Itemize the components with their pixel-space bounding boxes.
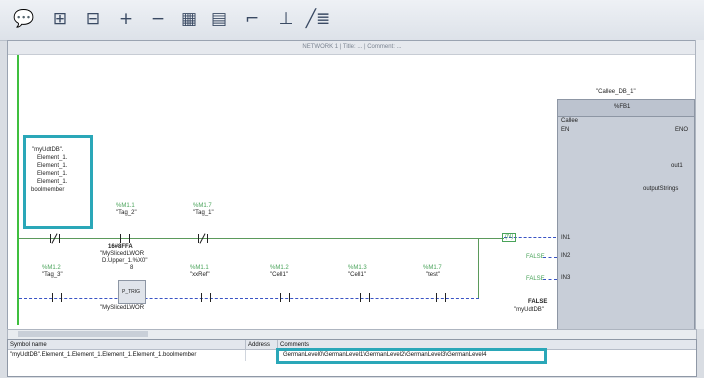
vertical-scrollbar[interactable]: [695, 40, 704, 329]
rung2-c0-address: %M1.2: [42, 265, 61, 271]
rung2-c2-symbol: "Cell1": [270, 272, 288, 278]
operand-line: Element_1.: [37, 171, 68, 177]
insert-branch-icon[interactable]: ▤: [205, 5, 233, 33]
fb-false-in1: FALSE: [526, 254, 545, 260]
slice-value: 16#8FFA: [108, 244, 133, 250]
fb-in1: IN1: [561, 235, 571, 241]
ladder-editor[interactable]: NETWORK 1 | Title: ... | Comment: ... "m…: [7, 40, 697, 331]
rung2-c1-symbol: "xxRef": [190, 272, 210, 278]
operand-line: Element_1.: [37, 179, 68, 185]
fb-in2-dash: [543, 257, 557, 258]
rung2-c2-address: %M1.2: [270, 265, 289, 271]
comment-bubble-icon[interactable]: 💬: [10, 5, 38, 33]
fb-false-const: FALSE: [528, 299, 548, 305]
fb-en: EN: [561, 127, 570, 133]
fb-false-in2: FALSE: [526, 276, 545, 282]
symbol-name-cell[interactable]: "myUdtDB".Element_1.Element_1.Element_1.…: [8, 350, 246, 361]
operand-line: Element_1.: [37, 155, 68, 161]
contact-negated-operand[interactable]: [50, 234, 60, 243]
comment-highlight: [276, 348, 547, 364]
operand-line: boolmember: [31, 187, 65, 193]
ptrig-symbol: "MySlicedLWOR: [100, 305, 145, 311]
rung2-contact3[interactable]: [360, 293, 370, 302]
fb-name: Callee: [561, 118, 579, 124]
rung1-wire: [19, 238, 504, 239]
rung2-branch-wire: [478, 238, 479, 298]
zoom-out-icon[interactable]: −: [144, 5, 172, 33]
rung2-contact2[interactable]: [280, 293, 290, 302]
toggle-symbol-icon[interactable]: ╱≣: [304, 5, 332, 33]
column-header-address[interactable]: Address: [246, 340, 278, 350]
fb-header: %FB1: [558, 100, 694, 117]
rung2-c3-address: %M1.3: [348, 265, 367, 271]
rung2-c4-address: %M1.7: [423, 265, 442, 271]
contact2-negated[interactable]: [198, 234, 208, 243]
rung2-dash: [19, 298, 479, 299]
rung2-c0-symbol: "Tag_3": [42, 272, 63, 278]
network-title-bar[interactable]: NETWORK 1 | Title: ... | Comment: ...: [8, 41, 696, 55]
fb-out1: out1: [671, 163, 683, 169]
fb-instance: "Callee_DB_1": [596, 89, 636, 95]
function-block[interactable]: %FB1 Callee EN ENO out1 outputStrings IN…: [557, 99, 695, 330]
ptrig-box[interactable]: P_TRIG: [118, 280, 146, 304]
fb-false-target: "myUdtDB": [514, 307, 544, 313]
slice-label-2: D.Upper_1.%X0": [102, 258, 148, 264]
contact1-symbol: "Tag_2": [116, 210, 137, 216]
symbol-info-table: Symbol name Address Comments "myUdtDB".E…: [7, 339, 697, 377]
fb-output-strings: outputStrings: [643, 186, 679, 192]
zoom-in-icon[interactable]: +: [112, 5, 140, 33]
operand-highlight[interactable]: "myUdtDB". Element_1. Element_1. Element…: [23, 135, 93, 229]
contact1-address: %M1.1: [116, 203, 135, 209]
fb-in3-dash: [543, 279, 557, 280]
rung2-c4-symbol: "test": [426, 272, 440, 278]
ptrig-label: P_TRIG: [122, 289, 141, 295]
network-open-icon[interactable]: ⊞: [46, 5, 74, 33]
insert-network-icon[interactable]: ▦: [175, 5, 203, 33]
rung2-contact1[interactable]: [201, 293, 211, 302]
contact2-address: %M1.7: [193, 203, 212, 209]
rung2-contact4[interactable]: [436, 293, 446, 302]
coil-box[interactable]: (N): [502, 233, 517, 242]
insert-contact-icon[interactable]: ⊥: [272, 5, 300, 33]
slice-label: "MySlicedLWOR: [100, 251, 145, 257]
contact1[interactable]: [120, 234, 130, 243]
scrollbar-thumb[interactable]: [18, 331, 148, 337]
rung2-c1-address: %M1.1: [190, 265, 209, 271]
address-cell[interactable]: [246, 350, 278, 361]
column-header-symbol[interactable]: Symbol name: [8, 340, 246, 350]
slice-label-3: 8: [130, 265, 134, 271]
rung2-c3-symbol: "Cell1": [348, 272, 366, 278]
insert-coil-icon[interactable]: ⌐: [238, 5, 266, 33]
contact2-symbol: "Tag_1": [193, 210, 214, 216]
operand-line: Element_1.: [37, 163, 68, 169]
fb-in2: IN2: [561, 253, 571, 259]
fb-type: %FB1: [614, 104, 631, 110]
rung2-contact0[interactable]: [52, 293, 62, 302]
toolbar: 💬 ⊞ ⊟ + − ▦ ▤ ⌐ ⊥ ╱≣: [0, 0, 704, 41]
network-close-icon[interactable]: ⊟: [79, 5, 107, 33]
power-rail: [17, 55, 19, 325]
operand-line: "myUdtDB".: [32, 147, 64, 153]
fb-eno: ENO: [675, 127, 689, 133]
fb-in3: IN3: [561, 275, 571, 281]
